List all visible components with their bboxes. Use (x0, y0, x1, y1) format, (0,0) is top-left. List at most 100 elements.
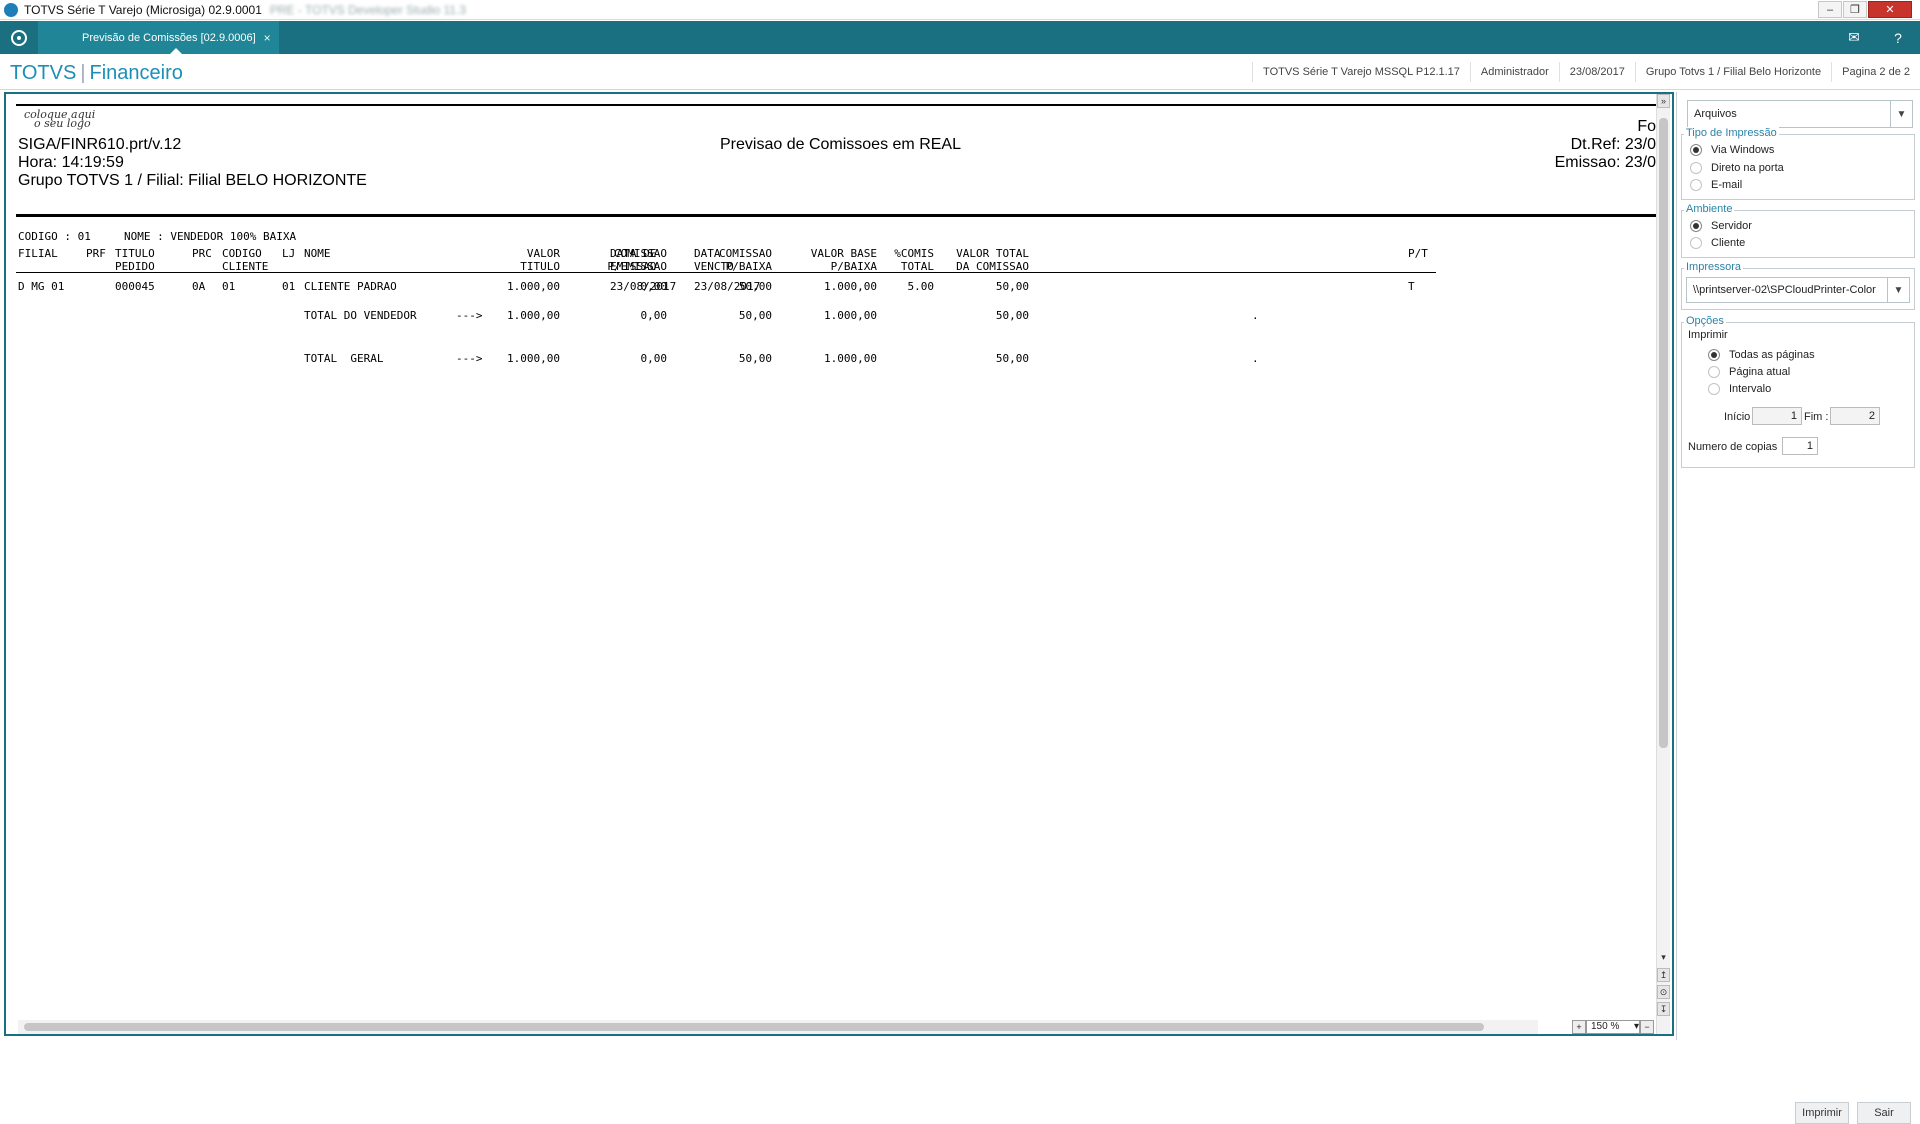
exit-button[interactable]: Sair (1857, 1102, 1911, 1124)
module-name: Financeiro (89, 62, 183, 84)
horizontal-scrollbar[interactable] (18, 1020, 1538, 1034)
total-vendedor-pcomis: . (1252, 309, 1259, 322)
page-info: Pagina 2 de 2 (1831, 62, 1920, 82)
vertical-scrollbar[interactable]: » ▾ ↥ ⊙ ↧ (1656, 94, 1670, 1034)
printer-select[interactable]: \\printserver-02\SPCloudPrinter-Color ▼ (1686, 277, 1910, 303)
restore-button[interactable]: ❐ (1843, 1, 1867, 18)
radio-intervalo[interactable]: Intervalo (1708, 383, 1771, 395)
col-com-baixa-1: COMISSAO (719, 247, 772, 260)
vertical-scroll-thumb[interactable] (1659, 118, 1668, 748)
total-geral-vbase: 1.000,00 (824, 352, 877, 365)
row-filial: D MG 01 (18, 280, 65, 293)
radio-pagina-atual[interactable]: Página atual (1708, 366, 1790, 378)
col-titulo-1: TITULO (115, 247, 155, 260)
tab-label: Previsão de Comissões [02.9.0006] (82, 31, 256, 44)
home-button[interactable] (0, 21, 38, 54)
radio-icon (1690, 237, 1702, 249)
col-codigo-1: CODIGO (222, 247, 262, 260)
total-geral-com-emis: 0,00 (640, 352, 668, 365)
col-prf: PRF (86, 247, 106, 260)
zoom-in-icon[interactable]: + (1572, 1019, 1586, 1034)
radio-email[interactable]: E-mail (1690, 179, 1742, 191)
first-page-icon[interactable]: ↥ (1657, 968, 1670, 982)
col-pcomis-1: %COMIS (894, 247, 934, 260)
output-type-value: Arquivos (1694, 108, 1737, 120)
col-valor-1: VALOR (526, 247, 560, 260)
radio-direto-porta[interactable]: Direto na porta (1690, 162, 1784, 174)
radio-icon (1690, 179, 1702, 191)
radio-label: Direto na porta (1711, 162, 1784, 174)
report-dt-ref: Dt.Ref: 23/0 (1570, 136, 1656, 153)
col-nome: NOME (304, 247, 331, 260)
chevron-down-icon: ▼ (1890, 101, 1912, 127)
options-group: Opções Imprimir Todas as páginas Página … (1681, 315, 1915, 468)
environment-title: Ambiente (1684, 203, 1735, 215)
radio-via-windows[interactable]: Via Windows (1690, 144, 1774, 156)
total-geral-label: TOTAL GERAL (304, 352, 384, 365)
window-title-blurred: PRE - TOTVS Developer Studio 11.3 (269, 2, 466, 17)
total-vendedor-vtotal: 50,00 (995, 309, 1029, 322)
total-geral-vtotal: 50,00 (995, 352, 1029, 365)
print-button[interactable]: Imprimir (1795, 1102, 1849, 1124)
window-title-bar: TOTVS Série T Varejo (Microsiga) 02.9.00… (0, 0, 1920, 20)
user-info: Administrador (1469, 62, 1559, 82)
total-vendedor-arrow: ---> (456, 309, 483, 322)
close-window-button[interactable]: ✕ (1868, 1, 1912, 18)
col-lj: LJ (282, 247, 296, 260)
copies-label: Numero de copias (1688, 441, 1778, 453)
radio-label: Página atual (1729, 366, 1791, 378)
report-page: coloque aqui o seu logo Fo SIGA/FINR610.… (16, 104, 1656, 1014)
minimize-button[interactable]: – (1818, 1, 1842, 18)
report-logo: coloque aqui o seu logo (24, 108, 96, 130)
zoom-select[interactable]: 150 % ▾ (1586, 1019, 1640, 1034)
total-geral-valor: 1.000,00 (507, 352, 560, 365)
app-header: TOTVS | Financeiro TOTVS Série T Varejo MS… (0, 54, 1920, 90)
radio-servidor[interactable]: Servidor (1690, 220, 1752, 232)
goto-page-icon[interactable]: ⊙ (1657, 985, 1670, 999)
end-page-input[interactable]: 2 (1830, 407, 1880, 425)
scroll-down-icon[interactable]: ▾ (1657, 950, 1670, 964)
print-range-label: Imprimir (1688, 329, 1728, 341)
row-titulo: 000045 (115, 280, 155, 293)
codigo-line: CODIGO : 01 NOME : VENDEDOR 100% BAIXA (18, 230, 297, 243)
total-vendedor-vbase: 1.000,00 (824, 309, 877, 322)
radio-selected-icon (1690, 220, 1702, 232)
environment-group: Ambiente Servidor Cliente (1681, 203, 1915, 258)
tab-bar: Previsão de Comissões [02.9.0006] × ✉ ? (0, 21, 1920, 54)
total-geral-pcomis: . (1252, 352, 1259, 365)
horizontal-scroll-thumb[interactable] (24, 1023, 1484, 1031)
chevron-down-icon: ▼ (1887, 278, 1909, 302)
print-type-title: Tipo de Impressão (1684, 127, 1779, 139)
tab-close-icon[interactable]: × (264, 31, 271, 45)
col-vtotal-1: VALOR TOTAL (956, 247, 1029, 260)
zoom-out-icon[interactable]: − (1640, 1019, 1654, 1034)
total-vendedor-com-baixa: 50,00 (738, 309, 772, 322)
window-title: TOTVS Série T Varejo (Microsiga) 02.9.00… (24, 2, 262, 17)
radio-selected-icon (1690, 144, 1702, 156)
start-page-input[interactable]: 1 (1752, 407, 1802, 425)
date-info: 23/08/2017 (1558, 62, 1635, 82)
row-vtotal: 50,00 (995, 280, 1029, 293)
total-vendedor-com-emis: 0,00 (640, 309, 668, 322)
last-page-icon[interactable]: ↧ (1657, 1002, 1670, 1016)
row-valor: 1.000,00 (507, 280, 560, 293)
row-prc: 0A (192, 280, 206, 293)
branch-info: Grupo Totvs 1 / Filial Belo Horizonte (1634, 62, 1831, 82)
radio-icon (1708, 366, 1720, 378)
output-type-select[interactable]: Arquivos ▼ (1687, 100, 1913, 128)
radio-label: Todas as páginas (1729, 349, 1815, 361)
total-vendedor-valor: 1.000,00 (507, 309, 560, 322)
row-com-emis: 0,00 (640, 280, 668, 293)
collapse-panel-icon[interactable]: » (1657, 94, 1670, 108)
mail-icon[interactable]: ✉ (1832, 21, 1876, 54)
report-group: Grupo TOTVS 1 / Filial: Filial BELO HORI… (18, 172, 367, 189)
brand-name: TOTVS (10, 62, 77, 84)
help-icon[interactable]: ? (1876, 21, 1920, 54)
radio-cliente[interactable]: Cliente (1690, 237, 1745, 249)
copies-input[interactable]: 1 (1782, 437, 1818, 455)
row-pt: T (1408, 280, 1415, 293)
radio-label: Servidor (1711, 220, 1752, 232)
radio-todas-paginas[interactable]: Todas as páginas (1708, 349, 1815, 361)
environment-info: TOTVS Série T Varejo MSSQL P12.1.17 (1252, 62, 1470, 82)
tab-previsao-comissoes[interactable]: Previsão de Comissões [02.9.0006] × (38, 21, 279, 54)
